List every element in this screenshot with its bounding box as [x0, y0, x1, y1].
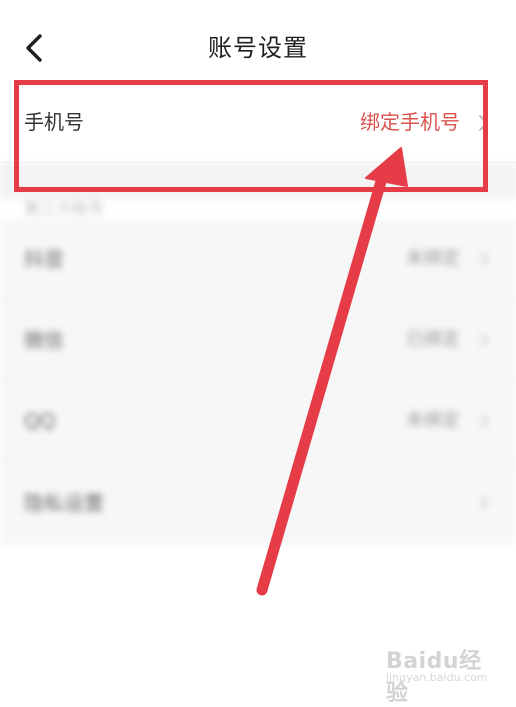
group-band	[0, 163, 516, 199]
settings-row-value: 未绑定	[406, 410, 460, 431]
chevron-right-icon	[480, 496, 489, 510]
settings-row-value: 已绑定	[406, 329, 460, 350]
chevron-right-icon	[480, 252, 489, 266]
watermark-url: jingyan.baidu.com	[386, 671, 488, 684]
blurred-settings-list: 第三方账号 抖音 未绑定 微信 已绑定 QQ 未绑定 隐私设置	[0, 163, 516, 705]
settings-row-value: 未绑定	[406, 248, 460, 269]
settings-row[interactable]: 抖音 未绑定	[0, 219, 516, 300]
bind-phone-link[interactable]: 绑定手机号	[360, 108, 460, 136]
chevron-right-icon	[480, 333, 489, 347]
baidu-watermark: Baidu经验 jingyan.baidu.com	[386, 641, 496, 706]
group-header: 第三方账号	[24, 199, 105, 218]
chevron-right-icon	[480, 414, 489, 428]
page-title: 账号设置	[208, 34, 308, 62]
settings-row-label: 微信	[24, 328, 64, 352]
settings-row-label: 抖音	[24, 247, 64, 271]
phone-number-row[interactable]: 手机号 绑定手机号	[0, 82, 516, 163]
settings-row-label: 隐私设置	[24, 491, 104, 515]
settings-row-label: QQ	[24, 409, 56, 433]
settings-row[interactable]: 微信 已绑定	[0, 300, 516, 381]
settings-row[interactable]: 隐私设置	[0, 463, 516, 544]
settings-row[interactable]: QQ 未绑定	[0, 381, 516, 462]
chevron-right-icon	[479, 115, 488, 131]
phone-number-label: 手机号	[24, 110, 84, 134]
